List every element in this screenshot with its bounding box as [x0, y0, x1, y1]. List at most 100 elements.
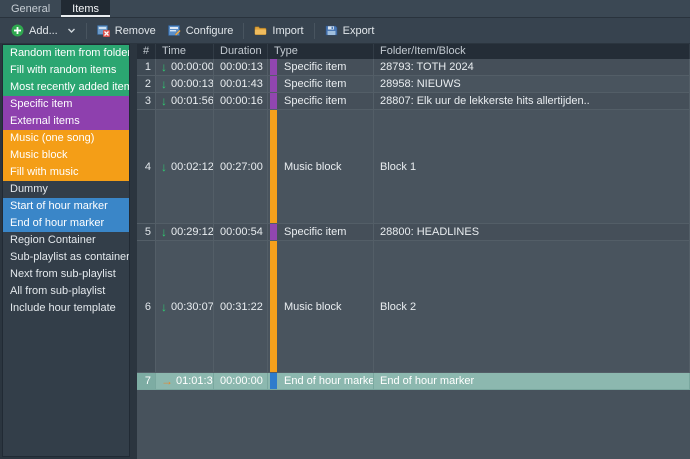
duration-cell: 00:00:13	[214, 59, 268, 75]
configure-button-label: Configure	[186, 25, 234, 37]
duration-cell: 00:00:00	[214, 373, 268, 389]
sidebar-item[interactable]: Next from sub-playlist	[3, 266, 129, 283]
tab-general[interactable]: General	[0, 0, 61, 17]
folder-item-block-cell: 28800: HEADLINES	[374, 224, 690, 240]
sidebar-item[interactable]: All from sub-playlist	[3, 283, 129, 300]
row-number-cell: 3	[137, 93, 156, 109]
folder-item-block-cell: Block 2	[374, 241, 690, 372]
playlist-row[interactable]: 3 ↓ 00:01:5600:00:16Specific item28807: El…	[137, 93, 690, 110]
folder-item-block-cell: End of hour marker	[374, 373, 690, 389]
type-color-bar	[270, 241, 277, 372]
down-arrow-icon: ↓	[161, 300, 167, 314]
tab-items[interactable]: Items	[61, 0, 110, 17]
duration-cell: 00:01:43	[214, 76, 268, 92]
type-cell: Specific item	[268, 93, 374, 109]
down-arrow-icon: ↓	[161, 160, 167, 174]
playlist-row[interactable]: 5↓00:29:1200:00:54Specific item28800: HE…	[137, 224, 690, 241]
toolbar-separator	[314, 23, 315, 39]
remove-button[interactable]: Remove	[91, 22, 162, 39]
type-color-bar	[270, 110, 277, 223]
time-cell: ↓00:02:12	[156, 110, 214, 223]
sidebar-item[interactable]: Fill with random items	[3, 62, 129, 79]
type-cell: Specific item	[268, 76, 374, 92]
sidebar-item[interactable]: Sub-playlist as container	[3, 249, 129, 266]
remove-button-label: Remove	[115, 25, 156, 37]
column-header[interactable]: Folder/Item/Block	[374, 44, 690, 59]
sidebar-item[interactable]: Region Container	[3, 232, 129, 249]
time-cell: ↓ 00:29:12	[156, 224, 214, 240]
duration-cell: 00:27:00	[214, 110, 268, 223]
down-arrow-icon: ↓	[161, 94, 167, 108]
type-cell: Specific item	[268, 59, 374, 75]
down-arrow-icon: ↓	[161, 225, 167, 239]
time-cell: ↓00:00:00	[156, 59, 214, 75]
toolbar-separator	[243, 23, 244, 39]
type-color-bar	[270, 59, 277, 75]
folder-item-block-cell: 28807: Elk uur de lekkerste hits allerti…	[374, 93, 690, 109]
time-value: 01:01:30	[176, 375, 214, 387]
playlist-row[interactable]: 4↓00:02:1200:27:00Music blockBlock 1	[137, 110, 690, 224]
add-button-label: Add...	[29, 25, 58, 37]
sidebar-item[interactable]: Dummy	[3, 181, 129, 198]
type-color-bar	[270, 224, 277, 240]
time-value: 00:30:07	[171, 301, 214, 313]
row-number-cell: 1	[137, 59, 156, 75]
configure-button[interactable]: Configure	[162, 22, 240, 39]
type-label: End of hour marker	[284, 375, 374, 387]
sidebar-item[interactable]: Start of hour marker	[3, 198, 129, 215]
type-label: Specific item	[284, 78, 346, 90]
playlist-table: #TimeDurationTypeFolder/Item/Block 1↓00:…	[137, 44, 690, 459]
column-header[interactable]: Duration	[214, 44, 268, 59]
folder-item-block-cell: Block 1	[374, 110, 690, 223]
down-arrow-icon: ↓	[161, 77, 167, 91]
sidebar-item[interactable]: Specific item	[3, 96, 129, 113]
duration-cell: 00:00:54	[214, 224, 268, 240]
type-color-bar	[270, 373, 277, 389]
column-header[interactable]: #	[137, 44, 156, 59]
toolbar-separator	[86, 23, 87, 39]
type-color-bar	[270, 93, 277, 109]
row-number-cell: 7	[137, 373, 156, 389]
type-label: Music block	[284, 161, 341, 173]
import-folder-icon	[254, 24, 267, 37]
sidebar-item[interactable]: Include hour template	[3, 300, 129, 317]
time-value: 00:29:12	[171, 226, 214, 238]
time-cell: ↓ 00:00:13	[156, 76, 214, 92]
import-button[interactable]: Import	[248, 22, 309, 39]
configure-icon	[168, 24, 181, 37]
time-cell: ↓ 00:30:07	[156, 241, 214, 372]
sidebar-item[interactable]: Most recently added item	[3, 79, 129, 96]
sidebar-item[interactable]: Music block	[3, 147, 129, 164]
export-disk-icon	[325, 24, 338, 37]
time-cell: → 01:01:30	[156, 373, 214, 389]
right-arrow-icon: →	[161, 374, 172, 388]
type-cell: Music block	[268, 110, 374, 223]
type-cell: Music block	[268, 241, 374, 372]
type-cell: End of hour marker	[268, 373, 374, 389]
sidebar-item[interactable]: Random item from folder	[3, 45, 129, 62]
chevron-down-icon	[65, 24, 78, 37]
add-dropdown-button[interactable]	[61, 22, 82, 39]
playlist-row[interactable]: 1↓00:00:0000:00:13Specific item28793: TO…	[137, 59, 690, 76]
folder-item-block-cell: 28958: NIEUWS	[374, 76, 690, 92]
time-value: 00:00:13	[171, 78, 214, 90]
remove-icon	[97, 24, 110, 37]
sidebar-item[interactable]: External items	[3, 113, 129, 130]
playlist-row[interactable]: 2↓00:00:1300:01:43Specific item28958: NI…	[137, 76, 690, 93]
type-label: Specific item	[284, 226, 346, 238]
time-value: 00:01:56	[171, 95, 214, 107]
column-header[interactable]: Time	[156, 44, 214, 59]
add-button[interactable]: Add...	[5, 22, 64, 39]
sidebar-item[interactable]: Music (one song)	[3, 130, 129, 147]
duration-cell: 00:31:22	[214, 241, 268, 372]
folder-item-block-cell: 28793: TOTH 2024	[374, 59, 690, 75]
duration-cell: 00:00:16	[214, 93, 268, 109]
add-icon	[11, 24, 24, 37]
sidebar-item[interactable]: Fill with music	[3, 164, 129, 181]
column-header[interactable]: Type	[268, 44, 374, 59]
playlist-row[interactable]: 6↓00:30:0700:31:22Music blockBlock 2	[137, 241, 690, 373]
playlist-row[interactable]: 7 → 01:01:3000:00:00 End of hour markerEnd …	[137, 373, 690, 390]
sidebar-item[interactable]: End of hour marker	[3, 215, 129, 232]
export-button[interactable]: Export	[319, 22, 381, 39]
toolbar: Add... Remove Conf	[0, 18, 690, 43]
